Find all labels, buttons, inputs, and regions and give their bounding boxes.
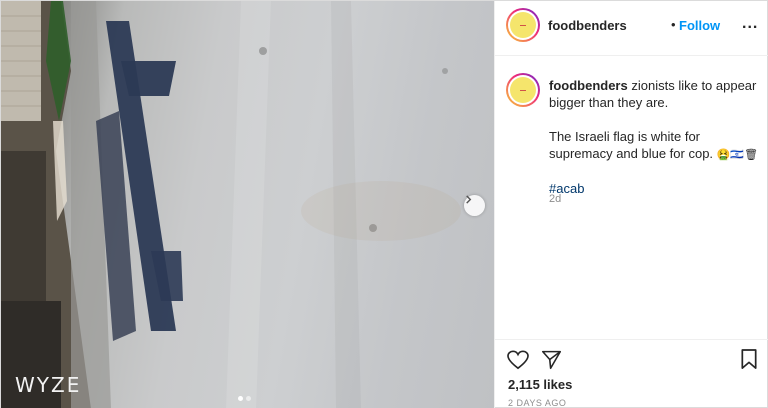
shelf-items (1, 151, 46, 301)
avatar-logo: ▬▬ (520, 23, 526, 27)
action-bar: 2,115 likes 2 DAYS AGO (495, 339, 768, 408)
bookmark-icon[interactable] (740, 349, 758, 370)
carousel-dot-active (238, 396, 243, 401)
post-header: ▬▬ foodbenders • Follow ... (495, 1, 768, 56)
follow-button[interactable]: Follow (679, 18, 720, 33)
separator-dot: • (671, 17, 676, 32)
post-media[interactable]: WYZE (1, 1, 494, 408)
more-options-button[interactable]: ... (742, 15, 758, 33)
avatar-logo: ▬▬ (520, 88, 526, 92)
chevron-right-icon (466, 195, 472, 204)
media-image (1, 1, 461, 408)
carousel-indicator (238, 396, 251, 401)
instagram-post: WYZE ▬▬ foodbenders • Follow ... ▬▬ food… (0, 0, 768, 408)
post-sidebar: ▬▬ foodbenders • Follow ... ▬▬ foodbende… (494, 1, 768, 408)
like-count[interactable]: 2,115 likes (508, 377, 572, 392)
caption-text: foodbenders zionists like to appear bigg… (549, 77, 764, 214)
avatar[interactable]: ▬▬ (506, 8, 540, 42)
post-date[interactable]: 2 DAYS AGO (508, 398, 566, 408)
camera-watermark: WYZE (15, 373, 82, 397)
caption-age: 2d (549, 193, 562, 205)
heart-icon[interactable] (507, 350, 529, 370)
caption-emojis: 🤮🇮🇱🗑 (716, 148, 759, 161)
caption-avatar[interactable]: ▬▬ (506, 73, 540, 107)
caption-line-2: The Israeli flag is white for supremacy … (549, 129, 714, 161)
carousel-dot (246, 396, 251, 401)
header-username[interactable]: foodbenders (548, 18, 627, 33)
carousel-next-button[interactable] (464, 195, 485, 216)
share-icon[interactable] (541, 349, 562, 370)
caption-username[interactable]: foodbenders (549, 78, 628, 93)
